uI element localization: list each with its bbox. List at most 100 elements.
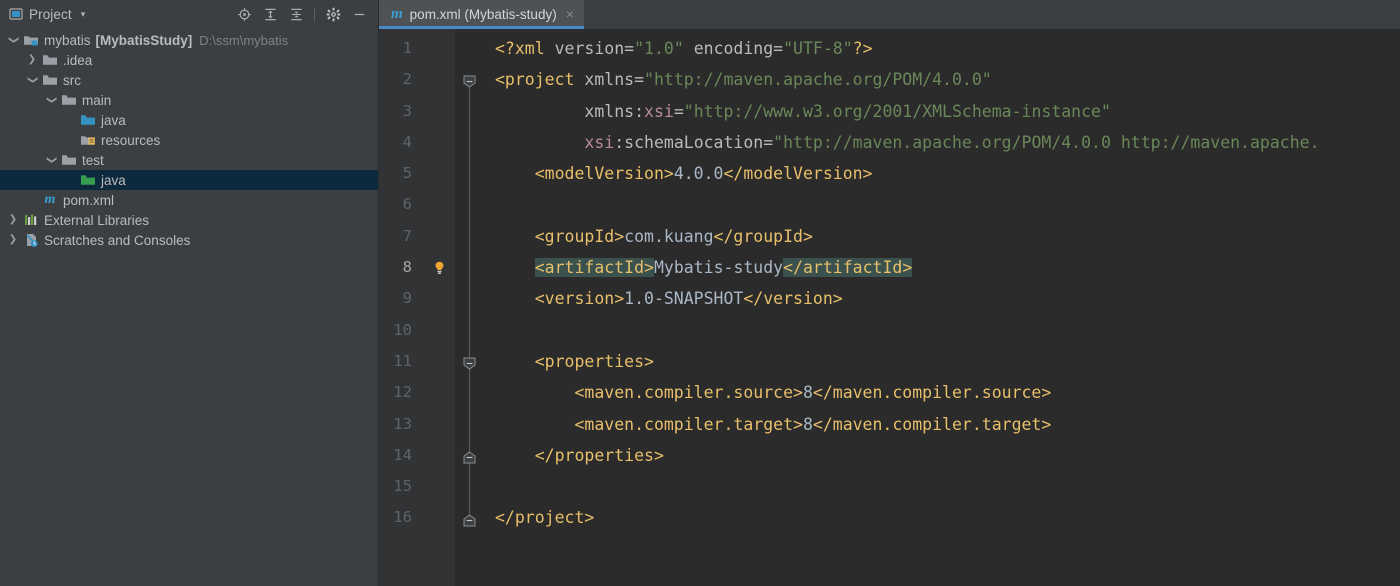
project-panel-header: Project ▾ xyxy=(0,0,378,28)
libraries-icon xyxy=(22,212,40,228)
tree-item-pom-xml[interactable]: m pom.xml xyxy=(0,190,378,210)
fold-collapse-icon[interactable] xyxy=(463,355,476,370)
code-token: com.kuang xyxy=(624,226,714,246)
ide-window: Project ▾ ❯ mybatis [MybatisStudy] D:\ss… xyxy=(0,0,1400,586)
tree-item-scratches-and-consoles[interactable]: ❯ Scratches and Consoles xyxy=(0,230,378,250)
gutter-icon-column[interactable] xyxy=(423,29,455,586)
gutter-slot xyxy=(423,409,455,440)
chevron-down-icon[interactable]: ❯ xyxy=(8,31,19,49)
chevron-right-icon[interactable]: ❯ xyxy=(4,215,22,225)
code-line[interactable] xyxy=(485,189,1400,220)
gutter-slot xyxy=(423,33,455,64)
scratches-icon xyxy=(22,232,40,248)
tree-item-test[interactable]: ❯ test xyxy=(0,150,378,170)
collapse-all-icon[interactable] xyxy=(283,2,309,26)
tree-item-resources[interactable]: resources xyxy=(0,130,378,150)
fold-end-icon[interactable] xyxy=(463,512,476,527)
code-line[interactable]: <groupId>com.kuang</groupId> xyxy=(485,221,1400,252)
tree-item-label: java xyxy=(101,112,126,128)
tree-item-main[interactable]: ❯ main xyxy=(0,90,378,110)
tree-item-label: main xyxy=(82,92,112,108)
code-line[interactable]: <?xml version="1.0" encoding="UTF-8"?> xyxy=(485,33,1400,64)
project-tree[interactable]: ❯ mybatis [MybatisStudy] D:\ssm\mybatis ❯ .id… xyxy=(0,28,378,586)
tree-item-label: resources xyxy=(101,132,161,148)
tree-item-src[interactable]: ❯ src xyxy=(0,70,378,90)
folder-icon xyxy=(60,152,78,168)
test-root-icon xyxy=(79,172,97,188)
code-line[interactable] xyxy=(485,315,1400,346)
gutter-slot xyxy=(423,471,455,502)
tree-item-module-name: [MybatisStudy] xyxy=(95,32,193,48)
code-token: xmlns: xyxy=(495,101,645,121)
tree-item-label: mybatis xyxy=(44,32,91,48)
chevron-down-icon[interactable]: ❯ xyxy=(46,151,57,169)
line-number: 12 xyxy=(393,383,412,402)
line-number: 14 xyxy=(393,445,412,464)
close-icon[interactable]: × xyxy=(564,7,576,23)
gutter-slot xyxy=(423,502,455,533)
module-icon xyxy=(22,32,40,48)
code-line[interactable]: </project> xyxy=(485,502,1400,533)
toolbar-separator xyxy=(314,6,315,22)
code-line[interactable]: <maven.compiler.target>8</maven.compiler… xyxy=(485,409,1400,440)
gutter-slot xyxy=(423,377,455,408)
maven-pom-icon: m xyxy=(44,192,56,207)
code-token: xmlns= xyxy=(584,70,645,90)
line-number: 11 xyxy=(393,351,412,370)
locate-in-tree-icon[interactable] xyxy=(231,2,257,26)
code-line[interactable]: <project xmlns="http://maven.apache.org/… xyxy=(485,64,1400,95)
code-line[interactable]: xsi:schemaLocation="http://maven.apache.… xyxy=(485,127,1400,158)
tree-item-mybatis[interactable]: ❯ mybatis [MybatisStudy] D:\ssm\mybatis xyxy=(0,30,378,50)
folder-icon xyxy=(60,92,78,108)
chevron-down-icon[interactable]: ❯ xyxy=(27,71,38,89)
code-line[interactable]: xmlns:xsi="http://www.w3.org/2001/XMLSch… xyxy=(485,96,1400,127)
line-number: 15 xyxy=(393,477,412,496)
tree-item-idea[interactable]: ❯ .idea xyxy=(0,50,378,70)
tree-item-java[interactable]: java xyxy=(0,110,378,130)
line-number: 7 xyxy=(402,226,412,245)
tree-item-java[interactable]: java xyxy=(0,170,378,190)
code-token: <project xyxy=(495,70,585,90)
line-number-gutter: 1 2 3 4 5 6 7 8 9 10 11 12 13 14 15 16 xyxy=(379,29,423,586)
intention-bulb-icon[interactable] xyxy=(423,252,455,283)
code-token: <modelVersion> xyxy=(495,164,674,184)
code-token: version= xyxy=(554,39,635,58)
line-number: 9 xyxy=(402,289,412,308)
code-token: </version> xyxy=(743,289,843,309)
folder-icon xyxy=(41,72,59,88)
expand-all-icon[interactable] xyxy=(257,2,283,26)
code-folding-gutter[interactable] xyxy=(455,29,485,586)
hide-panel-icon[interactable] xyxy=(346,2,372,26)
code-line[interactable]: </properties> xyxy=(485,440,1400,471)
code-line[interactable]: <properties> xyxy=(485,346,1400,377)
matched-tag-highlight: <artifactId> xyxy=(534,258,654,278)
tree-item-label: pom.xml xyxy=(63,192,115,208)
fold-collapse-icon[interactable] xyxy=(463,73,476,89)
code-line[interactable]: <modelVersion>4.0.0</modelVersion> xyxy=(485,158,1400,189)
chevron-right-icon[interactable]: ❯ xyxy=(23,55,41,65)
code-editor[interactable]: 1 2 3 4 5 6 7 8 9 10 11 12 13 14 15 16 <?xml version="1… xyxy=(379,29,1400,586)
fold-end-icon[interactable] xyxy=(463,449,476,464)
code-token: "http://maven.apache.org/POM/4.0.0 http:… xyxy=(773,132,1320,152)
code-content[interactable]: <?xml version="1.0" encoding="UTF-8"?> <p… xyxy=(485,29,1400,586)
chevron-down-icon[interactable]: ▾ xyxy=(81,9,86,19)
settings-gear-icon[interactable] xyxy=(320,2,346,26)
gutter-slot xyxy=(423,96,455,127)
code-token: </maven.compiler.target> xyxy=(812,414,1052,434)
code-token: <?xml xyxy=(495,39,555,58)
code-token: 8 xyxy=(802,383,813,403)
code-token: "http://www.w3.org/2001/XMLSchema-instan… xyxy=(683,101,1111,121)
line-number: 13 xyxy=(393,414,412,433)
code-line[interactable]: <maven.compiler.source>8</maven.compiler… xyxy=(485,377,1400,408)
tree-item-path: D:\ssm\mybatis xyxy=(199,32,289,48)
chevron-right-icon[interactable]: ❯ xyxy=(4,235,22,245)
chevron-down-icon[interactable]: ❯ xyxy=(46,91,57,109)
project-panel-title-group[interactable]: Project ▾ xyxy=(8,7,85,22)
tree-item-external-libraries[interactable]: ❯ External Libraries xyxy=(0,210,378,230)
tab-pom-xml[interactable]: m pom.xml (Mybatis-study) × xyxy=(379,0,584,29)
code-line[interactable] xyxy=(485,471,1400,502)
code-line[interactable]: <version>1.0-SNAPSHOT</version> xyxy=(485,283,1400,314)
code-line[interactable]: <artifactId>Mybatis-study</artifactId> xyxy=(485,252,1400,283)
